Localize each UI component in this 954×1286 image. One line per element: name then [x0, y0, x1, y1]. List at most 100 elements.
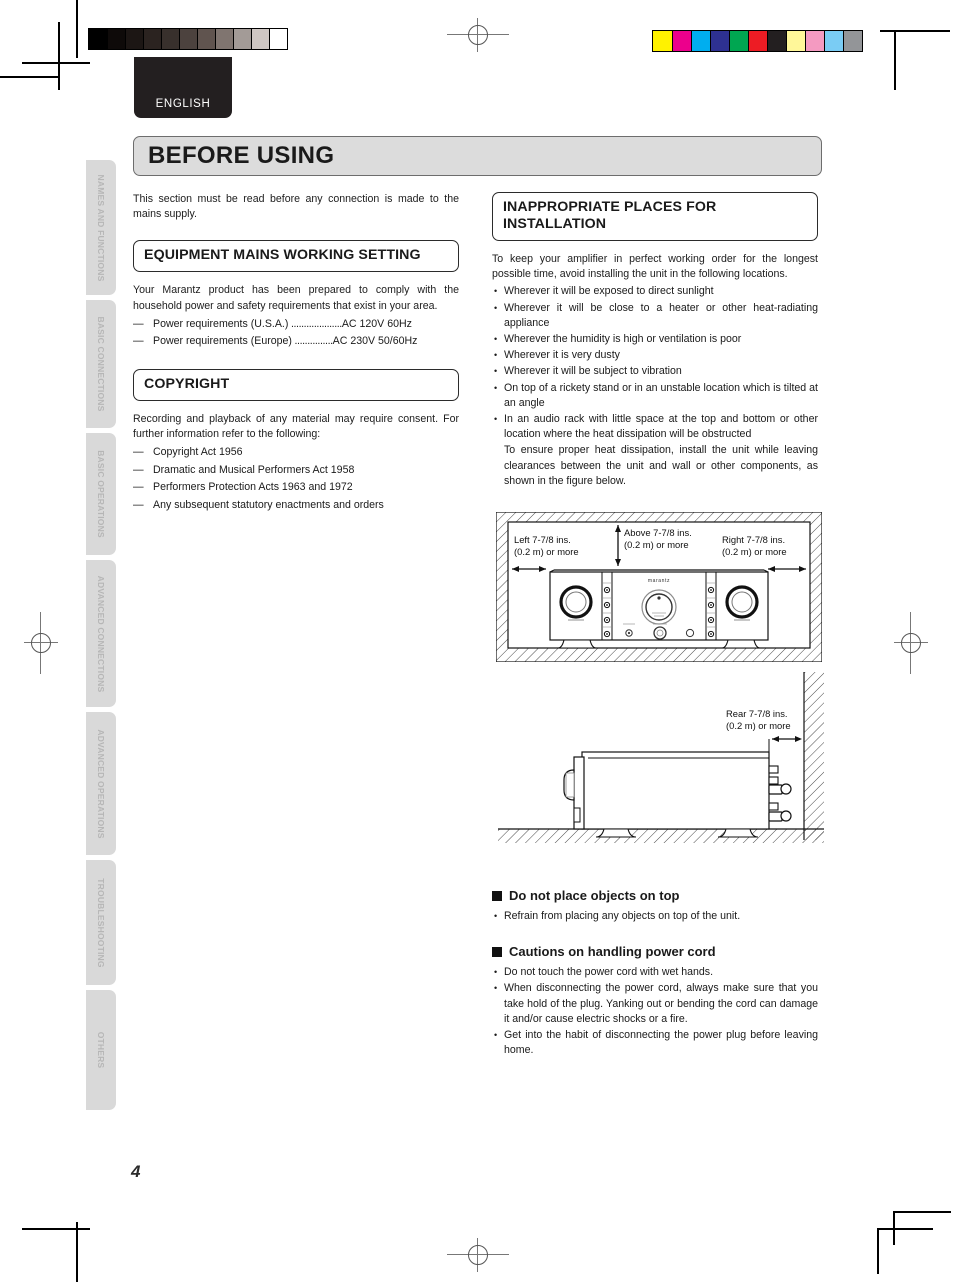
sidebar-item-others[interactable]: OTHERS [86, 990, 116, 1110]
sidebar-item-label: NAMES AND FUNCTIONS [96, 174, 106, 281]
list-item: In an audio rack with little space at th… [492, 412, 818, 442]
figure-front-top-label-2: (0.2 m) or more [624, 539, 689, 550]
list-item-label: Performers Protection Acts 1963 and 1972 [153, 481, 353, 494]
list-item: Copyright Act 1956 [133, 444, 459, 462]
color-calibration-bar [652, 30, 863, 52]
figure-front-right-label-2: (0.2 m) or more [722, 546, 787, 557]
color-swatch [179, 29, 197, 49]
list-item: On top of a rickety stand or in an unsta… [492, 381, 818, 411]
list-item-label: Copyright Act 1956 [153, 446, 243, 459]
sidebar-item-advanced-connections[interactable]: ADVANCED CONNECTIONS [86, 560, 116, 707]
square-bullet-icon [492, 890, 502, 901]
grayscale-calibration-bar [88, 28, 288, 50]
list-item: Wherever it will be close to a heater or… [492, 301, 818, 331]
sidebar-item-label: BASIC OPERATIONS [96, 450, 106, 538]
page-title-text: BEFORE USING [148, 142, 335, 169]
list-item: Wherever the humidity is high or ventila… [492, 332, 818, 347]
crop-mark-top-left-h2 [0, 76, 58, 78]
crop-mark-bottom-left-v [76, 1222, 78, 1282]
list-item: Dramatic and Musical Performers Act 1958 [133, 462, 459, 480]
section-header-inappropriate-places-text: INAPPROPRIATE PLACES FOR INSTALLATION [503, 199, 717, 232]
color-swatch [767, 31, 786, 51]
crop-mark-bottom-right-v2 [877, 1228, 879, 1274]
crop-mark-bottom-right-h2 [877, 1228, 933, 1230]
sidebar-item-label: ADVANCED CONNECTIONS [96, 575, 106, 692]
color-swatch [824, 31, 843, 51]
list-item: Power requirements (Europe) ............… [133, 333, 459, 351]
registration-mark-top [447, 18, 509, 52]
section-header-copyright-text: COPYRIGHT [144, 375, 230, 392]
color-swatch [748, 31, 767, 51]
page-title: BEFORE USING [133, 136, 822, 176]
registration-mark-right [894, 612, 928, 674]
list-item: Wherever it will be exposed to direct su… [492, 284, 818, 299]
color-swatch [197, 29, 215, 49]
page-number: 4 [131, 1162, 141, 1181]
crop-mark-top-right-h [880, 30, 950, 32]
brand-label: marantz [648, 578, 670, 584]
crop-mark-top-left-v [58, 22, 60, 90]
sidebar-item-basic-operations[interactable]: BASIC OPERATIONS [86, 433, 116, 555]
right-column-subsections: Do not place objects on top Refrain from… [492, 868, 818, 1059]
section-header-inappropriate-places: INAPPROPRIATE PLACES FOR INSTALLATION [492, 192, 818, 241]
color-swatch [786, 31, 805, 51]
list-item: Performers Protection Acts 1963 and 1972 [133, 479, 459, 497]
crop-mark-top-left-h [22, 62, 90, 64]
right-column: INAPPROPRIATE PLACES FOR INSTALLATION To… [492, 192, 818, 490]
list-item: Any subsequent statutory enactments and … [133, 497, 459, 515]
subsection-header-cautions-power-cord: Cautions on handling power cord [492, 944, 818, 959]
color-swatch [89, 29, 107, 49]
list-item: Do not touch the power cord with wet han… [492, 965, 818, 980]
left-column: This section must be read before any con… [133, 192, 459, 514]
color-swatch [691, 31, 710, 51]
list-item-label: Dramatic and Musical Performers Act 1958 [153, 463, 355, 476]
color-swatch [729, 31, 748, 51]
crop-mark-bottom-left-h [22, 1228, 90, 1230]
subsection-header-do-not-place-objects-text: Do not place objects on top [509, 888, 680, 903]
color-swatch [233, 29, 251, 49]
equipment-mains-list: Power requirements (U.S.A.) ............… [133, 316, 459, 351]
language-tab-label: ENGLISH [155, 98, 211, 110]
color-swatch [161, 29, 179, 49]
subsection-header-cautions-power-cord-text: Cautions on handling power cord [509, 944, 716, 960]
sidebar-item-label: ADVANCED OPERATIONS [96, 728, 106, 839]
equipment-mains-paragraph: Your Marantz product has been prepared t… [133, 284, 459, 312]
list-item: Refrain from placing any objects on top … [492, 909, 818, 924]
color-swatch [653, 31, 672, 51]
list-item: Get into the habit of disconnecting the … [492, 1028, 818, 1058]
figure-side-clearance: Rear 7-7/8 ins. (0.2 m) or more [498, 672, 824, 848]
list-item: Wherever it is very dusty [492, 348, 818, 363]
list-item: Power requirements (U.S.A.) ............… [133, 316, 459, 334]
color-swatch [215, 29, 233, 49]
color-swatch [143, 29, 161, 49]
copyright-list: Copyright Act 1956 Dramatic and Musical P… [133, 444, 459, 514]
section-header-equipment-mains-text: EQUIPMENT MAINS WORKING SETTING [144, 247, 421, 264]
sidebar-item-names-and-functions[interactable]: NAMES AND FUNCTIONS [86, 160, 116, 295]
list-item-label: Any subsequent statutory enactments and … [153, 498, 384, 511]
registration-mark-bottom [447, 1238, 509, 1272]
list-item-value: AC 230V 50/60Hz [332, 335, 418, 348]
color-swatch [251, 29, 269, 49]
color-swatch [805, 31, 824, 51]
figure-front-clearance: marantz Left 7-7/8 ins. (0.2 m) or more … [496, 512, 822, 662]
crop-mark-bottom-right-h [895, 1211, 951, 1213]
do-not-place-objects-bullets: Refrain from placing any objects on top … [492, 909, 818, 924]
sidebar-item-advanced-operations[interactable]: ADVANCED OPERATIONS [86, 712, 116, 855]
intro-paragraph: This section must be read before any con… [133, 193, 459, 221]
color-swatch [269, 29, 287, 49]
color-swatch [710, 31, 729, 51]
sidebar-item-troubleshooting[interactable]: TROUBLESHOOTING [86, 860, 116, 985]
crop-mark-top-right-v [894, 30, 896, 90]
color-swatch [672, 31, 691, 51]
figure-front-left-label-2: (0.2 m) or more [514, 546, 579, 557]
list-item-label: Power requirements (Europe) [153, 335, 292, 348]
figure-side-rear-label-2: (0.2 m) or more [726, 720, 791, 731]
list-item: When disconnecting the power cord, alway… [492, 981, 818, 1027]
inappropriate-places-bullets: Wherever it will be exposed to direct su… [492, 284, 818, 489]
figure-front-right-label-1: Right 7-7/8 ins. [722, 534, 785, 545]
sidebar-item-basic-connections[interactable]: BASIC CONNECTIONS [86, 300, 116, 428]
chapter-tab-list: NAMES AND FUNCTIONS BASIC CONNECTIONS BASI… [86, 160, 116, 1115]
registration-mark-left [24, 612, 58, 674]
section-header-copyright: COPYRIGHT [133, 368, 459, 401]
sidebar-item-label: OTHERS [96, 1031, 106, 1069]
